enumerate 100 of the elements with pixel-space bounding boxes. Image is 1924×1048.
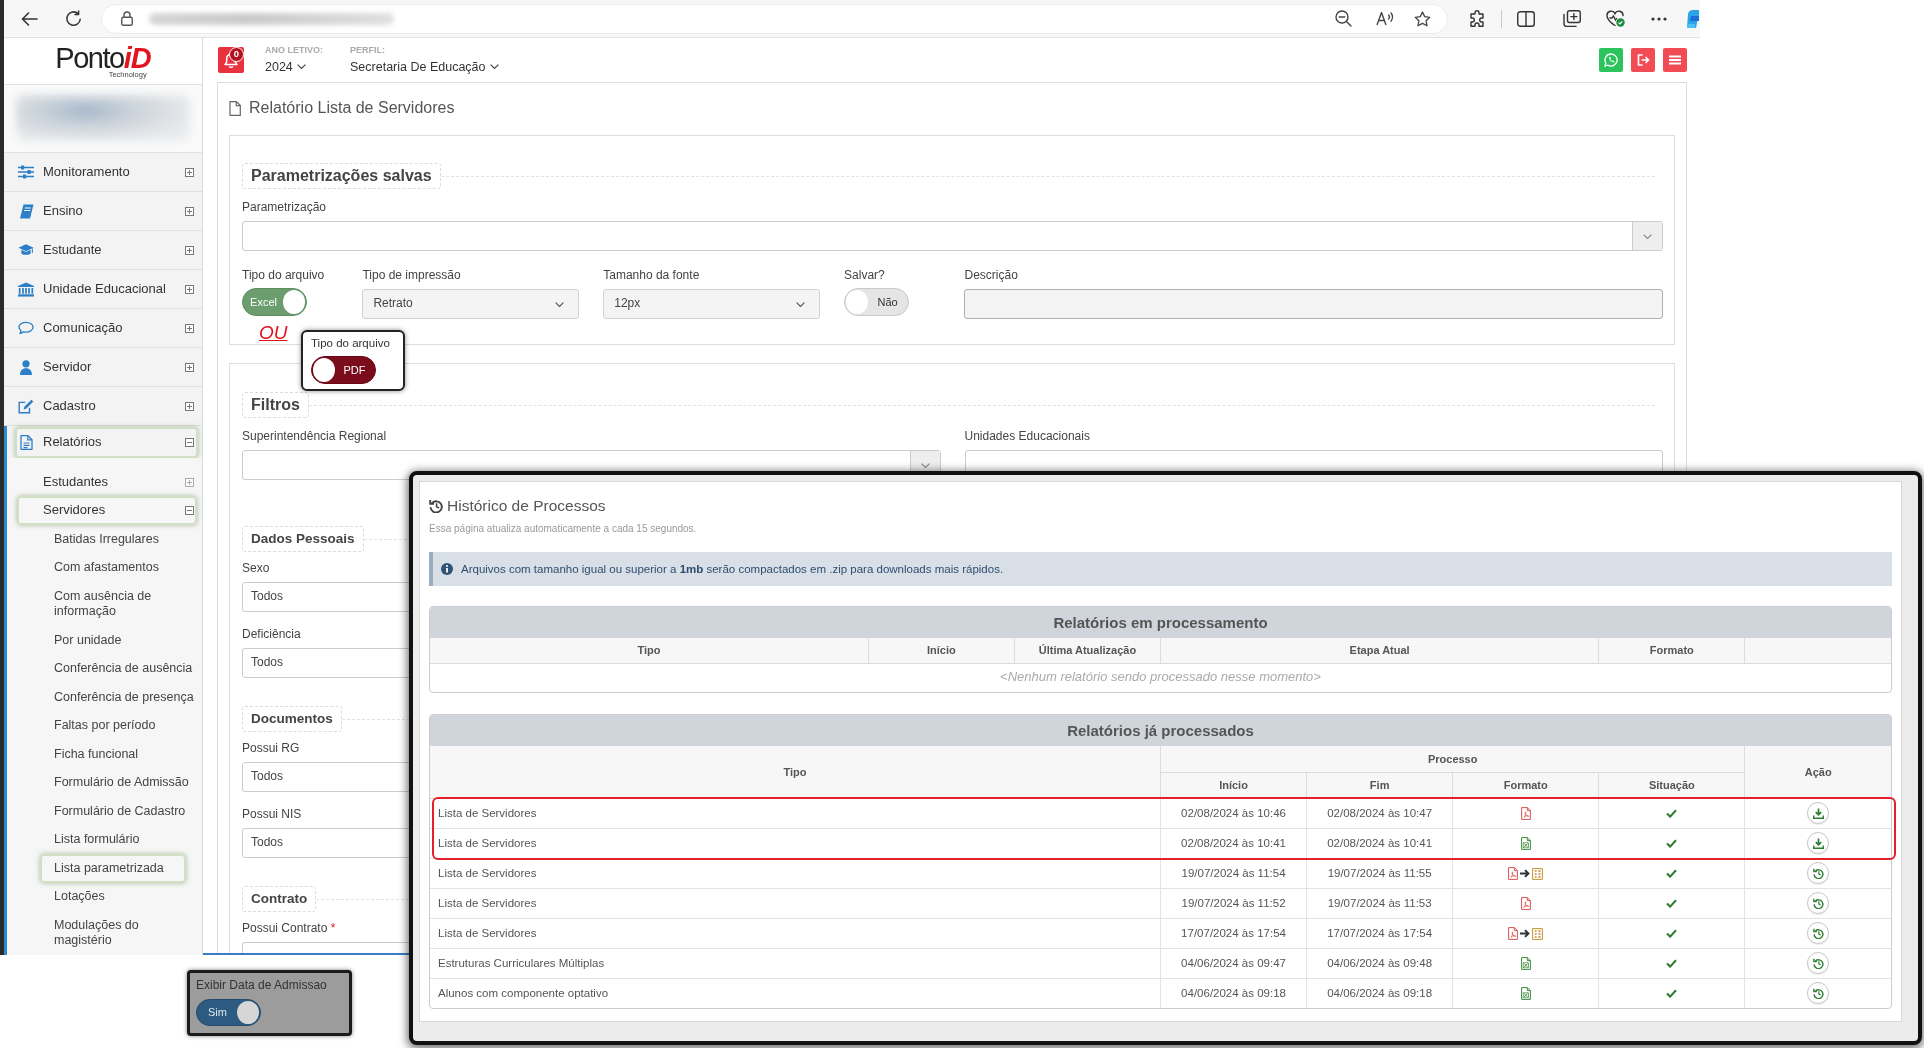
sidebar-subitem[interactable]: Estudantes (7, 468, 202, 496)
sidebar-link[interactable]: Batidas Irregulares (7, 525, 202, 554)
history-icon (429, 499, 443, 513)
plus-box-icon[interactable] (185, 206, 194, 216)
minus-box-icon[interactable] (185, 506, 194, 515)
year-dropdown[interactable]: 2024 (265, 58, 306, 75)
table-cell: Lista de Servidores (430, 888, 1161, 918)
menu-icon (1669, 55, 1681, 65)
sidebar-link[interactable]: Ficha funcional (7, 740, 202, 769)
sidebar-link[interactable]: Formulário de Admissão (7, 768, 202, 797)
notification-button[interactable]: 0 (218, 47, 244, 73)
lock-icon[interactable] (121, 11, 133, 26)
sidebar-link[interactable]: Por unidade (7, 626, 202, 655)
sidebar-link[interactable]: Faltas por período (7, 711, 202, 740)
column-header: Formato (1598, 638, 1745, 663)
back-icon[interactable] (20, 10, 38, 27)
download-button[interactable] (1807, 832, 1830, 854)
heart-pulse-icon[interactable] (1606, 10, 1625, 27)
edit-icon (18, 398, 34, 414)
panel-title: Histórico de Processos (447, 496, 606, 516)
toggle-switch[interactable]: Sim (196, 999, 261, 1026)
sidebar-link[interactable]: Lotações (7, 882, 202, 911)
sidebar-item[interactable]: Relatórios (15, 427, 198, 458)
minus-box-icon[interactable] (185, 438, 194, 447)
menu-button[interactable] (1663, 48, 1687, 72)
column-header: Última Atualização (1014, 638, 1161, 663)
download-icon (1812, 807, 1824, 819)
sidebar-link[interactable]: Formulário de Cadastro (7, 797, 202, 826)
split-screen-icon[interactable] (1517, 10, 1535, 27)
sidebar-link[interactable]: Lista formulário (7, 825, 202, 854)
sidebar-link[interactable]: Modulações do magistério (7, 911, 202, 955)
sidebar-link[interactable]: Lista parametrizada (40, 854, 186, 883)
history-icon (1812, 867, 1824, 879)
sidebar-link[interactable]: Com ausência de informação (7, 582, 202, 626)
select-field[interactable]: Retrato (362, 289, 580, 319)
text-field[interactable] (964, 289, 1663, 319)
plus-box-icon[interactable] (185, 245, 194, 255)
collections-icon[interactable] (1563, 10, 1581, 27)
chevron-down-icon (555, 301, 565, 307)
plus-box-icon[interactable] (185, 167, 194, 177)
table-cell: 19/07/2024 às 11:54 (1160, 858, 1307, 888)
puzzle-piece-icon[interactable] (1468, 9, 1486, 28)
table-cell: Estruturas Curriculares Múltiplas (430, 948, 1161, 978)
column-header: Ação (1744, 746, 1891, 798)
more-icon[interactable] (1651, 16, 1667, 21)
book-icon (18, 203, 34, 219)
logout-icon (1636, 54, 1650, 66)
bell-icon (224, 52, 238, 68)
download-button[interactable] (1807, 802, 1830, 824)
field-label: Exibir Data de Admissao (196, 978, 327, 993)
plus-box-icon[interactable] (185, 401, 194, 411)
plus-box-icon[interactable] (185, 362, 194, 372)
check-icon (1666, 809, 1678, 818)
select-field[interactable] (242, 221, 1663, 251)
logo-icon[interactable] (1687, 9, 1699, 28)
plus-box-icon[interactable] (185, 323, 194, 333)
toggle-switch[interactable]: PDF (311, 356, 376, 384)
section-legend: Filtros (242, 392, 309, 418)
profile-dropdown[interactable]: Secretaria De Educação (350, 58, 499, 75)
field-label: Superintendência Regional (242, 428, 387, 444)
sidebar-subitem[interactable]: Servidores (17, 496, 197, 525)
sidebar-link[interactable]: Conferência de presença (7, 683, 202, 712)
check-icon (1666, 959, 1678, 968)
select-field[interactable]: Todos (242, 828, 411, 858)
field-label: Tipo do arquivo (311, 336, 390, 350)
select-field[interactable]: 12px (603, 289, 821, 319)
sidebar-link[interactable]: Com afastamentos (7, 553, 202, 582)
field-label: Possui RG (242, 740, 300, 756)
refresh-icon[interactable] (65, 10, 82, 27)
sidebar-link[interactable]: Conferência de ausência (7, 654, 202, 683)
select-field[interactable]: Todos (242, 648, 411, 678)
zoom-out-icon[interactable] (1335, 10, 1352, 27)
select-field[interactable] (242, 942, 411, 953)
info-icon (441, 563, 453, 575)
history-button[interactable] (1807, 922, 1830, 944)
history-icon (1812, 927, 1824, 939)
panel-subtitle: Essa página atualiza automaticamente a cada 15 segundos. (429, 522, 697, 536)
section-legend: Dados Pessoais (242, 526, 364, 552)
column-header: Etapa Atual (1160, 638, 1599, 663)
column-header: Tipo (430, 746, 1161, 798)
check-icon (1666, 839, 1678, 848)
person-icon (20, 359, 32, 375)
history-button[interactable] (1807, 982, 1830, 1005)
toggle-switch[interactable]: Não (844, 288, 910, 316)
select-field[interactable]: Todos (242, 582, 411, 612)
document-outline-icon (229, 100, 241, 116)
annotation-text: OU (259, 322, 288, 344)
select-field[interactable]: Todos (242, 762, 411, 792)
history-button[interactable] (1807, 862, 1830, 884)
notification-badge: 0 (229, 47, 244, 62)
column-header: Início (1160, 772, 1307, 798)
star-icon[interactable] (1414, 10, 1431, 27)
read-aloud-icon[interactable] (1376, 11, 1394, 26)
field-label: PERFIL: (350, 44, 385, 56)
history-button[interactable] (1807, 892, 1830, 914)
field-label: ANO LETIVO: (265, 44, 323, 56)
pdf-file-icon (1508, 927, 1519, 940)
plus-box-icon[interactable] (185, 284, 194, 294)
history-button[interactable] (1807, 952, 1830, 974)
logout-button[interactable] (1631, 48, 1655, 72)
